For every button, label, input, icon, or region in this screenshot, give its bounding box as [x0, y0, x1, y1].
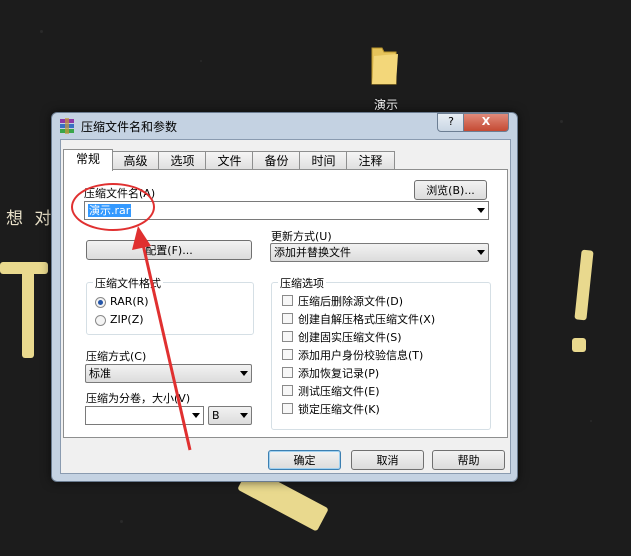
tab-general[interactable]: 常规	[63, 149, 113, 171]
annotation-arrow	[132, 226, 192, 451]
